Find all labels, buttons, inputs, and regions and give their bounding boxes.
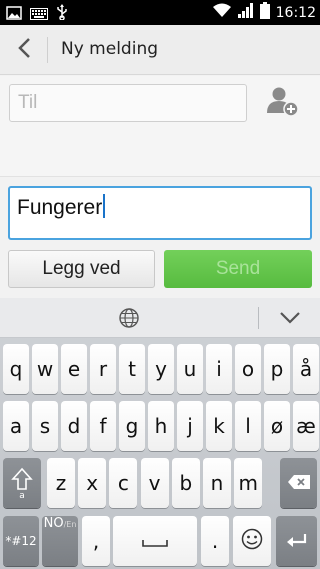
toolbar-divider [258,307,259,329]
key-s[interactable]: s [32,401,58,451]
smiley-icon [241,528,263,555]
emoji-key[interactable] [233,516,271,566]
key-e[interactable]: e [61,344,87,394]
battery-icon [259,2,270,23]
key-t[interactable]: t [119,344,145,394]
backspace-key[interactable] [280,458,317,508]
key-c[interactable]: c [109,458,138,508]
app-header: Ny melding [0,25,320,75]
screen: 16:12 Ny melding Til Fungerer Legg ved S… [0,0,320,569]
keyboard-icon [30,5,48,24]
key-l[interactable]: l [235,401,261,451]
recipient-input[interactable]: Til [9,84,247,122]
usb-icon [56,4,68,24]
language-label: NO [43,516,64,531]
key-æ[interactable]: æ [293,401,319,451]
attach-button[interactable]: Legg ved [8,250,155,288]
period-key[interactable]: . [201,516,229,566]
message-input[interactable]: Fungerer [8,186,312,240]
key-x[interactable]: x [78,458,107,508]
key-q[interactable]: q [3,344,29,394]
keyboard-toolbar [0,298,320,338]
key-n[interactable]: n [203,458,231,508]
signal-icon [237,3,254,22]
add-contact-icon [265,85,299,121]
send-button[interactable]: Send [164,250,312,288]
language-key[interactable]: NO / En [42,516,78,566]
shift-key[interactable]: a [3,458,41,508]
wifi-icon [212,3,232,22]
key-p[interactable]: p [264,344,290,394]
key-m[interactable]: m [234,458,263,508]
status-bar: 16:12 [0,0,320,25]
key-i[interactable]: i [206,344,232,394]
key-f[interactable]: f [90,401,116,451]
key-h[interactable]: h [148,401,174,451]
key-ø[interactable]: ø [264,401,290,451]
key-v[interactable]: v [140,458,169,508]
recipient-area: Til [0,76,320,176]
message-text: Fungerer [17,196,103,219]
enter-icon [286,529,308,553]
chevron-down-icon[interactable] [279,310,301,326]
key-r[interactable]: r [90,344,116,394]
header-divider [47,37,48,63]
picture-icon [6,5,22,24]
key-a[interactable]: a [3,401,29,451]
key-j[interactable]: j [177,401,203,451]
space-bar-icon [141,529,169,553]
space-key[interactable] [113,516,197,566]
backspace-icon [287,471,311,495]
symbols-key[interactable]: *#12 [3,516,39,566]
status-time: 16:12 [275,4,316,21]
globe-icon[interactable] [118,307,140,329]
chevron-left-icon [17,37,31,63]
compose-area: Fungerer Legg ved Send [0,176,320,298]
comma-key[interactable]: , [82,516,110,566]
back-button[interactable] [10,36,38,64]
key-y[interactable]: y [148,344,174,394]
key-d[interactable]: d [61,401,87,451]
add-contact-button[interactable] [262,84,302,122]
key-b[interactable]: b [171,458,200,508]
key-å[interactable]: å [293,344,319,394]
key-k[interactable]: k [206,401,232,451]
key-z[interactable]: z [47,458,75,508]
text-cursor [103,194,106,218]
language-alt-label: En [66,520,77,529]
key-g[interactable]: g [119,401,145,451]
key-u[interactable]: u [177,344,203,394]
enter-key[interactable] [276,516,317,566]
key-o[interactable]: o [235,344,261,394]
page-title: Ny melding [61,39,159,59]
key-w[interactable]: w [32,344,58,394]
keyboard: a *#12 NO / En , . q w e r t y u i o p å… [0,298,320,569]
shift-sub-label: a [19,491,25,499]
